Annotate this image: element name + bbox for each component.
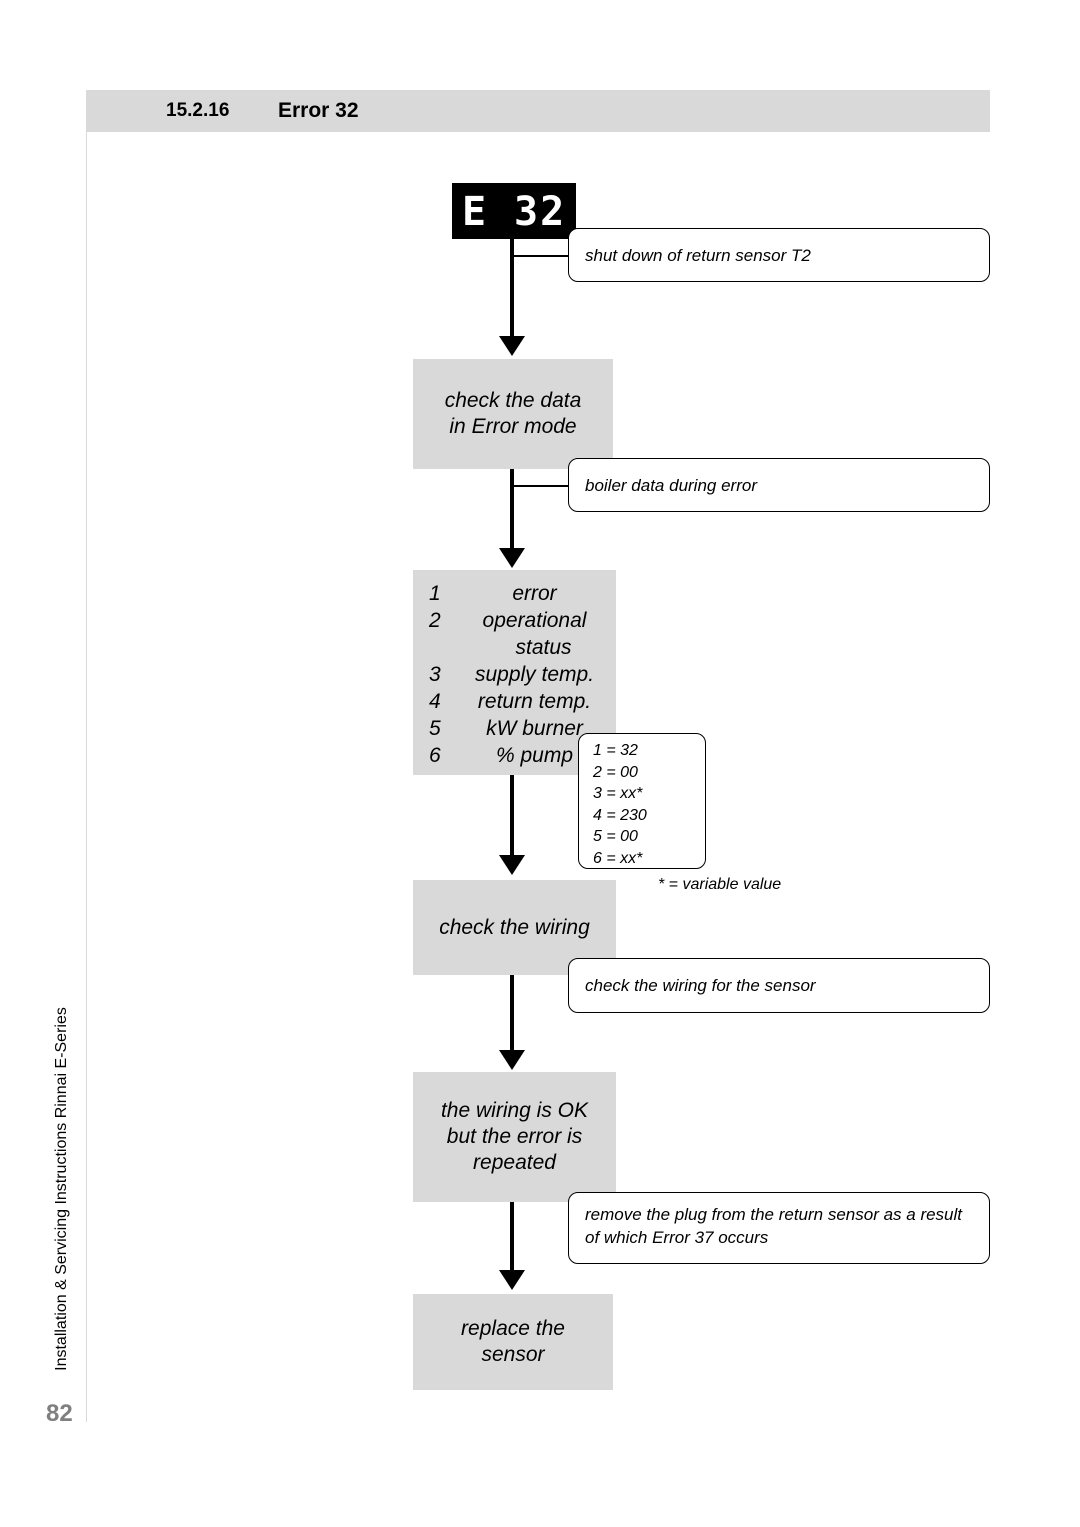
step-ok-line3: repeated xyxy=(473,1151,556,1174)
list-item-label: return temp. xyxy=(477,690,592,713)
arrow-display-to-check xyxy=(499,336,525,356)
list-item: 4 return temp. xyxy=(429,688,616,715)
list-item-number: 5 xyxy=(429,717,441,740)
value-row: 6 = xx* xyxy=(593,849,643,867)
value-row: 5 = 00 xyxy=(593,828,638,845)
step-replace-sensor: replace the sensor xyxy=(413,1294,613,1390)
connector-check-to-list xyxy=(510,469,514,551)
left-margin-rule xyxy=(86,132,87,1422)
value-row: 4 = 230 xyxy=(593,806,647,824)
connector-display-to-shutdown-callout xyxy=(510,255,568,257)
step-check-data-line1: check the data xyxy=(444,389,582,412)
connector-list-to-wiring xyxy=(510,775,514,857)
list-item: 3 supply temp. xyxy=(429,661,616,688)
callout-check-wiring: check the wiring for the sensor xyxy=(568,958,990,1013)
arrow-list-to-wiring xyxy=(499,855,525,875)
list-item: 2 operational status xyxy=(429,607,616,661)
connector-check-to-boiler-callout xyxy=(510,485,568,487)
step-replace-line1: replace the xyxy=(461,1317,565,1340)
display-letter: E xyxy=(462,189,489,235)
list-item: 1 error xyxy=(429,580,616,607)
list-item-number: 3 xyxy=(429,663,441,686)
callout-error-values: 1 = 32 2 = 00 3 = xx* 4 = 230 5 = 00 6 =… xyxy=(578,733,706,869)
list-item-number: 2 xyxy=(429,609,441,632)
step-replace-line2: sensor xyxy=(481,1343,545,1366)
step-wiring-ok-error-repeated: the wiring is OK but the error is repeat… xyxy=(413,1072,616,1202)
section-number: 15.2.16 xyxy=(166,100,230,121)
value-row: 1 = 32 xyxy=(593,742,638,759)
arrow-ok-to-replace xyxy=(499,1270,525,1290)
arrow-wiring-to-ok xyxy=(499,1050,525,1070)
page-title: Error 32 xyxy=(278,99,359,122)
list-item-label: error xyxy=(512,582,557,605)
list-item-label: supply temp. xyxy=(474,663,595,686)
step-check-data-line2: in Error mode xyxy=(449,415,577,438)
document-footer-vertical-text: Installation & Servicing Instructions Ri… xyxy=(53,1007,70,1371)
value-row: 3 = xx* xyxy=(593,785,643,802)
arrow-check-to-list xyxy=(499,548,525,568)
variable-value-note: * = variable value xyxy=(658,876,782,893)
callout-boiler-data: boiler data during error xyxy=(568,458,990,512)
list-item-label-cont: status xyxy=(515,636,572,659)
list-item-label: operational xyxy=(482,609,587,632)
list-item-number: 4 xyxy=(429,690,441,713)
list-item-number: 1 xyxy=(429,582,441,605)
list-item-number: 6 xyxy=(429,744,441,767)
callout-remove-plug: remove the plug from the return sensor a… xyxy=(568,1192,990,1264)
error-code-display: E 32 xyxy=(452,183,576,239)
value-row: 2 = 00 xyxy=(593,763,638,781)
step-ok-line1: the wiring is OK xyxy=(440,1099,589,1122)
connector-wiring-to-ok xyxy=(510,975,514,1055)
step-check-data: check the data in Error mode xyxy=(413,359,613,469)
callout-shutdown: shut down of return sensor T2 xyxy=(568,228,990,282)
page-number: 82 xyxy=(46,1400,73,1427)
step-ok-line2: but the error is xyxy=(446,1125,583,1148)
connector-display-to-check xyxy=(510,239,514,339)
step-check-wiring-label: check the wiring xyxy=(439,915,590,939)
connector-ok-to-replace xyxy=(510,1202,514,1274)
display-number: 32 xyxy=(514,189,567,235)
